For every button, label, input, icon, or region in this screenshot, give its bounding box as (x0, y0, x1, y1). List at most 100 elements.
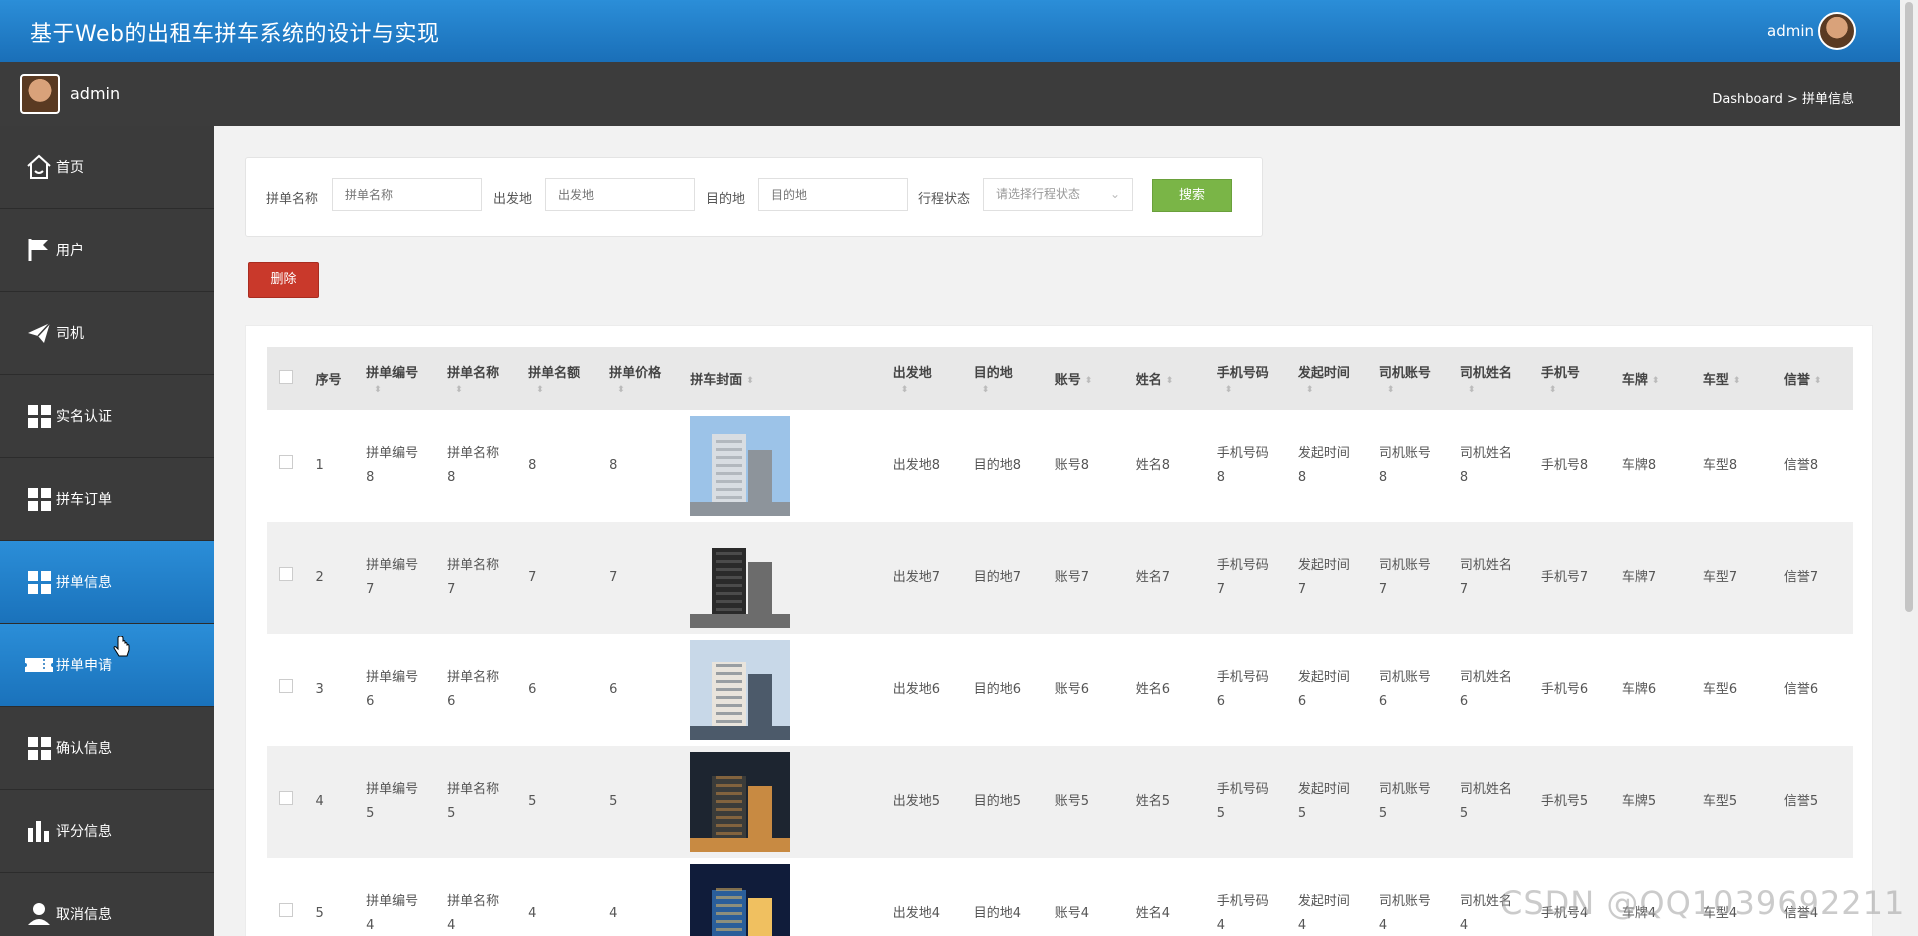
row-checkbox[interactable] (279, 679, 293, 693)
column-header-label: 拼单编号 (366, 365, 419, 381)
cell-line: 4 (1378, 918, 1388, 933)
sort-icon[interactable]: ⬍ (1652, 376, 1660, 385)
column-header[interactable]: 拼车封面 ⬍ (682, 347, 885, 410)
sidebar-item-home[interactable]: 首页 (0, 126, 214, 209)
cell-line: 司机姓名 (1459, 558, 1512, 573)
sort-icon[interactable]: ⬍ (1733, 376, 1741, 385)
table-cell: 目的地8 (966, 410, 1047, 522)
sort-icon[interactable]: ⬍ (1814, 376, 1822, 385)
sidebar-item-confirm-info[interactable]: 确认信息 (0, 707, 214, 790)
table-cell: 姓名4 (1128, 858, 1209, 936)
cell-line: 4 (1216, 918, 1226, 933)
sort-icon[interactable]: ⬍ (374, 385, 418, 394)
search-button[interactable]: 搜索 (1152, 179, 1232, 212)
column-header[interactable]: 车牌 ⬍ (1614, 347, 1695, 410)
cell-line: 7 (1297, 582, 1307, 597)
column-header[interactable]: 账号 ⬍ (1047, 347, 1128, 410)
sort-icon[interactable]: ⬍ (1387, 385, 1431, 394)
sidebar-item-rating-info[interactable]: 评分信息 (0, 790, 214, 873)
column-header[interactable]: 发起时间 ⬍ (1290, 347, 1371, 410)
column-header[interactable]: 车型 ⬍ (1695, 347, 1776, 410)
table-row[interactable]: 4 拼单编号 5 拼单名称 5 5 5 出发地5 目的地5 账号5 姓名5 手机号码 5 发起时间 5 司机账… (267, 746, 1853, 858)
table-cell: 车型5 (1695, 746, 1776, 858)
from-input[interactable] (545, 178, 695, 211)
vertical-scrollbar[interactable] (1900, 0, 1918, 936)
column-header[interactable]: 司机账号 ⬍ (1371, 347, 1452, 410)
sort-icon[interactable]: ⬍ (1306, 385, 1350, 394)
table-row[interactable]: 3 拼单编号 6 拼单名称 6 6 6 出发地6 目的地6 账号6 姓名6 手机号码 6 发起时间 6 司机账… (267, 634, 1853, 746)
column-header[interactable]: 姓名 ⬍ (1128, 347, 1209, 410)
row-checkbox[interactable] (279, 903, 293, 917)
column-header[interactable]: 拼单名额 ⬍ (520, 347, 601, 410)
column-header[interactable]: 序号 (308, 347, 359, 410)
table-row[interactable]: 2 拼单编号 7 拼单名称 7 7 7 出发地7 目的地7 账号7 姓名7 手机号码 7 发起时间 7 司机账… (267, 522, 1853, 634)
table-cell: 车型8 (1695, 410, 1776, 522)
column-header[interactable]: 拼单价格 ⬍ (601, 347, 682, 410)
sidebar-item-carpool-apply[interactable]: 拼单申请 (0, 624, 214, 707)
table-row[interactable]: 1 拼单编号 8 拼单名称 8 8 8 出发地8 目的地8 账号8 姓名8 手机号码 8 发起时间 8 司机账… (267, 410, 1853, 522)
column-header[interactable]: 司机姓名 ⬍ (1452, 347, 1533, 410)
row-checkbox[interactable] (279, 791, 293, 805)
cell-text: 车型5 (1702, 794, 1738, 809)
sort-icon[interactable]: ⬍ (746, 376, 754, 385)
cell-line: 司机账号 (1378, 894, 1431, 909)
name-label: 拼单名称 (266, 192, 319, 207)
header-username[interactable]: admin (1767, 22, 1814, 40)
row-checkbox[interactable] (279, 567, 293, 581)
table-cell: 3 (308, 634, 359, 746)
column-header[interactable]: 目的地 ⬍ (966, 347, 1047, 410)
sidebar-item-users[interactable]: 用户 (0, 209, 214, 292)
sidebar-item-label: 确认信息 (56, 741, 112, 757)
table-cell: 手机号8 (1533, 410, 1614, 522)
sort-icon[interactable]: ⬍ (1166, 376, 1174, 385)
cell-line: 4 (1297, 918, 1307, 933)
column-header[interactable]: 拼单名称 ⬍ (439, 347, 520, 410)
column-header[interactable]: 手机号 ⬍ (1533, 347, 1614, 410)
status-select[interactable]: 请选择行程状态 ⌄ (983, 178, 1133, 211)
cell-line: 7 (1216, 582, 1226, 597)
home-icon (24, 152, 54, 182)
cell-text: 账号6 (1054, 682, 1090, 697)
sidebar-item-cancel-info[interactable]: 取消信息 (0, 873, 214, 936)
table-cell: 8 (520, 410, 601, 522)
table-cell (267, 634, 308, 746)
sort-icon[interactable]: ⬍ (1085, 376, 1093, 385)
sidebar-item-verification[interactable]: 实名认证 (0, 375, 214, 458)
carpool-cover-image (690, 416, 791, 516)
sort-icon[interactable]: ⬍ (455, 385, 499, 394)
cell-line: 7 (1459, 582, 1469, 597)
header-avatar[interactable] (1818, 12, 1856, 50)
cell-line: 拼单名称 (447, 446, 500, 461)
column-header[interactable]: 手机号码 ⬍ (1209, 347, 1290, 410)
cell-line: 5 (366, 806, 375, 821)
sidebar-item-drivers[interactable]: 司机 (0, 292, 214, 375)
sidebar-item-carpool-orders[interactable]: 拼车订单 (0, 458, 214, 541)
table-cell: 拼单编号 7 (358, 522, 439, 634)
sort-icon[interactable]: ⬍ (536, 385, 580, 394)
sort-icon[interactable]: ⬍ (1549, 385, 1580, 394)
name-input[interactable] (332, 178, 482, 211)
column-header[interactable]: 拼单编号 ⬍ (358, 347, 439, 410)
table-cell: 出发地4 (885, 858, 966, 936)
cell-text: 车型6 (1702, 682, 1738, 697)
table-cell: 拼单编号 8 (358, 410, 439, 522)
column-header[interactable]: 信誉 ⬍ (1776, 347, 1853, 410)
row-checkbox[interactable] (279, 455, 293, 469)
carpool-cover-image (690, 528, 791, 628)
delete-button[interactable]: 删除 (248, 262, 319, 298)
sort-icon[interactable]: ⬍ (617, 385, 661, 394)
cell-text: 车牌7 (1621, 570, 1657, 585)
column-header[interactable]: 出发地 ⬍ (885, 347, 966, 410)
sort-icon[interactable]: ⬍ (1468, 385, 1512, 394)
sort-icon[interactable]: ⬍ (982, 385, 1013, 394)
cell-line: 司机姓名 (1459, 670, 1512, 685)
carpool-table: 序号 拼单编号 ⬍ 拼单名称 ⬍ 拼单名额 ⬍ 拼单价格 ⬍ 拼车封面 ⬍ 出发地 ⬍ 目的地 ⬍ 账号 ⬍ 姓名… (267, 347, 1853, 936)
scrollbar-thumb[interactable] (1905, 2, 1913, 612)
sort-icon[interactable]: ⬍ (1225, 385, 1269, 394)
select-all-checkbox[interactable] (279, 369, 293, 384)
to-input[interactable] (758, 178, 908, 211)
cell-line: 4 (447, 918, 456, 933)
sort-icon[interactable]: ⬍ (901, 385, 932, 394)
sidebar-item-carpool-info[interactable]: 拼单信息 (0, 541, 214, 624)
sidebar: 首页 用户 司机 实名认证 拼车订单 拼单信息 拼单申请 确认信息 评分信息 取… (0, 126, 214, 936)
